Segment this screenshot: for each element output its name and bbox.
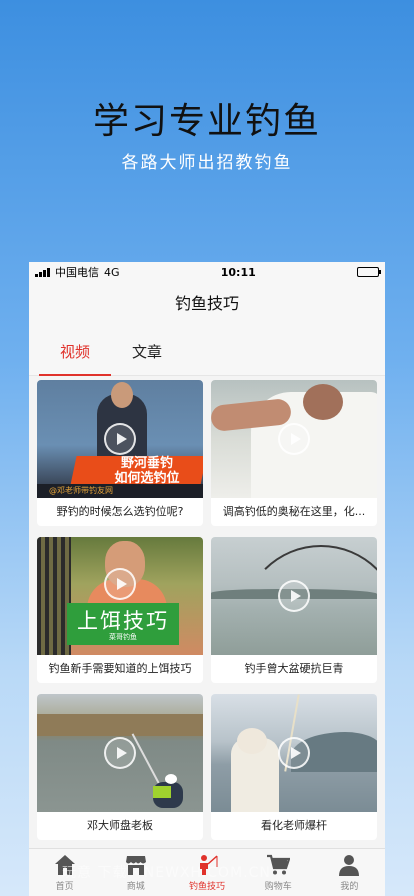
watermark: 玩意 下载 · NEWXH.COM.CN [62,865,271,881]
video-thumbnail [211,694,377,812]
play-icon[interactable] [104,737,136,769]
play-icon[interactable] [278,423,310,455]
video-title: 邓大师盘老板 [87,819,153,832]
thumbnail-overlay-sub: 菜哥钓鱼 [109,633,137,641]
play-icon[interactable] [104,423,136,455]
play-icon[interactable] [104,568,136,601]
video-card[interactable]: 调高钓低的奥秘在这里，化... [211,380,377,526]
hero-subtitle: 各路大师出招教钓鱼 [121,153,293,173]
video-title: 钓鱼新手需要知道的上饵技巧 [48,662,192,675]
tab-label: 我的 [340,882,359,892]
profile-icon [339,855,360,876]
video-thumbnail [37,694,203,812]
content-tabs: 视频 文章 [29,326,385,376]
signal-icon [35,267,50,277]
video-title: 钓手曾大盆硬抗巨青 [244,662,344,675]
thumbnail-overlay-sub: @邓老师带钓友网 [49,486,113,495]
clock: 10:11 [220,265,256,279]
network-label: 4G [104,265,120,279]
hero-title: 学习专业钓鱼 [92,101,321,142]
status-bar: 中国电信 4G 10:11 [29,262,385,282]
video-card[interactable]: 野河垂钓 如何选钓位 @邓老师带钓友网 野钓的时候怎么选钓位呢? [37,380,203,526]
battery-icon [356,267,381,277]
video-title: 看化老师爆杆 [261,819,327,832]
video-card[interactable]: 邓大师盘老板 [37,694,203,840]
phone-screen: 中国电信 4G 10:11 钓鱼技巧 视频 文章 野河垂钓 如何选钓位 @邓老师… [29,262,385,896]
thumbnail-overlay-text: 野河垂钓 如何选钓位 [114,456,180,486]
play-icon[interactable] [278,580,310,612]
video-title: 调高钓低的奥秘在这里，化... [222,505,366,518]
video-title: 野钓的时候怎么选钓位呢? [56,505,184,518]
video-thumbnail: 上饵技巧 菜哥钓鱼 [37,537,203,655]
video-thumbnail [211,537,377,655]
video-thumbnail [211,380,377,498]
carrier-label: 中国电信 [55,266,99,279]
video-card[interactable]: 钓手曾大盆硬抗巨青 [211,537,377,683]
tab-profile[interactable]: 我的 [314,849,385,896]
tab-video[interactable]: 视频 [39,326,111,376]
video-card[interactable]: 上饵技巧 菜哥钓鱼 钓鱼新手需要知道的上饵技巧 [37,537,203,683]
video-grid: 野河垂钓 如何选钓位 @邓老师带钓友网 野钓的时候怎么选钓位呢? 调高钓低的奥秘… [37,380,377,840]
thumbnail-overlay-text: 上饵技巧 [77,609,169,633]
video-card[interactable]: 看化老师爆杆 [211,694,377,840]
video-thumbnail: 野河垂钓 如何选钓位 @邓老师带钓友网 [37,380,203,498]
play-icon[interactable] [278,737,310,769]
tab-article[interactable]: 文章 [111,326,183,376]
page-title: 钓鱼技巧 [29,282,385,326]
